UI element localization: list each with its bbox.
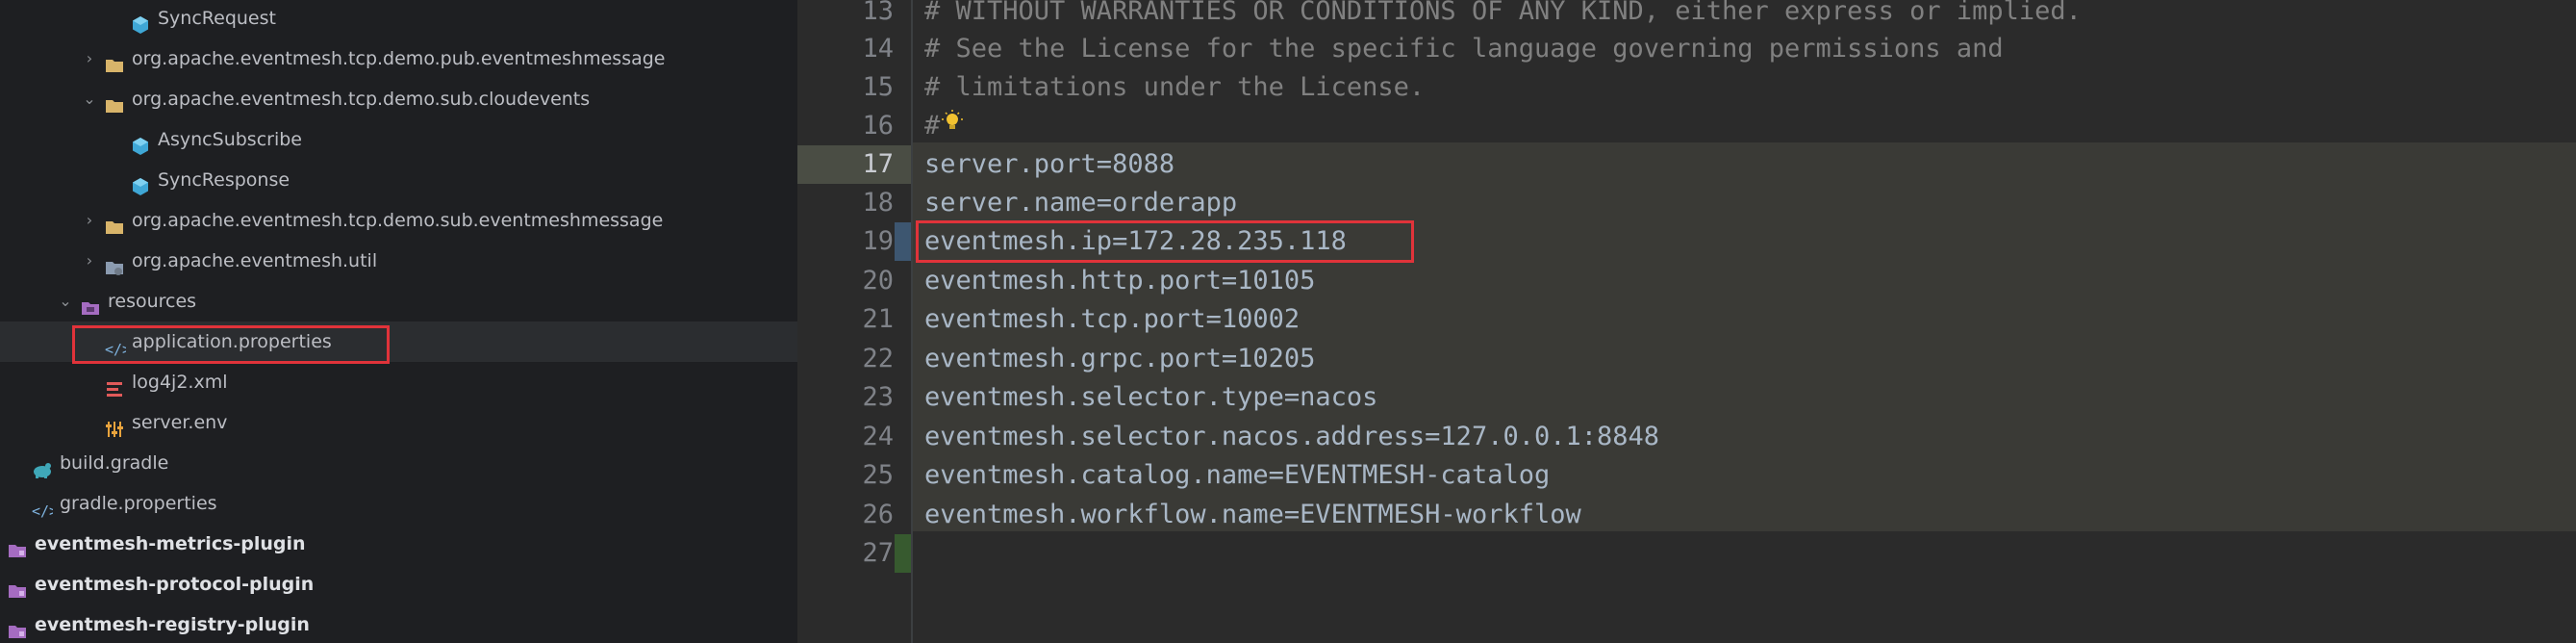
line-number: 18 [862, 188, 894, 218]
chevron-down-icon[interactable]: ⌄ [80, 79, 99, 119]
tree-item-label: org.apache.eventmesh.tcp.demo.sub.eventm… [132, 210, 664, 231]
line-number: 16 [862, 111, 894, 141]
tree-item-package[interactable]: › org.apache.eventmesh.tcp.demo.pub.even… [0, 39, 797, 79]
code-line[interactable]: eventmesh.catalog.name=EVENTMESH-catalog [924, 456, 1550, 495]
code-line[interactable]: # See the License for the specific langu… [924, 30, 2004, 68]
module-folder-icon [8, 575, 27, 598]
class-icon [131, 170, 150, 195]
package-folder-icon [105, 90, 124, 113]
tree-item-label: org.apache.eventmesh.tcp.demo.sub.cloude… [132, 89, 591, 110]
line-number: 21 [862, 304, 894, 334]
tree-item-label: eventmesh-metrics-plugin [35, 533, 306, 554]
tree-item-log4j2-xml[interactable]: log4j2.xml [0, 362, 797, 402]
line-number: 25 [862, 460, 894, 490]
tree-item-label: SyncResponse [158, 169, 290, 191]
module-folder-icon [8, 534, 27, 557]
package-folder-icon [105, 49, 124, 72]
tree-item-build-gradle[interactable]: build.gradle [0, 443, 797, 483]
module-folder-icon [8, 615, 27, 638]
tree-item-package[interactable]: › org.apache.eventmesh.tcp.demo.sub.even… [0, 200, 797, 241]
tree-item-label: org.apache.eventmesh.util [132, 250, 378, 271]
code-line[interactable]: server.name=orderapp [924, 184, 1237, 222]
code-line[interactable]: # WITHOUT WARRANTIES OR CONDITIONS OF AN… [924, 0, 2082, 31]
highlight-box [72, 325, 390, 364]
resources-folder-icon [81, 292, 100, 315]
modified-line-marker[interactable] [895, 222, 911, 261]
tree-item-module[interactable]: eventmesh-protocol-plugin [0, 564, 797, 604]
code-line[interactable]: eventmesh.tcp.port=10002 [924, 300, 1300, 339]
code-editor[interactable]: 13 14 15 16 17 18 19 20 21 22 23 24 25 2… [797, 0, 2576, 643]
line-number: 13 [862, 0, 894, 26]
code-line[interactable]: eventmesh.selector.nacos.address=127.0.0… [924, 418, 1659, 456]
code-line[interactable]: eventmesh.workflow.name=EVENTMESH-workfl… [924, 496, 1581, 534]
code-line[interactable]: eventmesh.http.port=10105 [924, 262, 1315, 300]
chevron-right-icon[interactable]: › [80, 200, 99, 241]
chevron-down-icon[interactable]: ⌄ [56, 281, 75, 322]
line-number: 15 [862, 72, 894, 102]
line-number: 22 [862, 344, 894, 373]
comment-text: # [924, 111, 941, 141]
line-number: 20 [862, 266, 894, 296]
class-icon [131, 9, 150, 34]
line-number: 19 [862, 226, 894, 256]
lightbulb-icon[interactable] [942, 108, 964, 146]
tree-item-label: AsyncSubscribe [158, 129, 302, 150]
tree-item-package[interactable]: › org.apache.eventmesh.util [0, 241, 797, 281]
tree-item-label: SyncRequest [158, 8, 276, 29]
line-number: 24 [862, 422, 894, 451]
tree-item-package[interactable]: ⌄ org.apache.eventmesh.tcp.demo.sub.clou… [0, 79, 797, 119]
code-line[interactable]: # limitations under the License. [924, 68, 1425, 107]
gradle-icon [32, 453, 51, 478]
chevron-right-icon[interactable]: › [80, 241, 99, 281]
code-line[interactable]: # [924, 107, 964, 146]
line-number: 23 [862, 382, 894, 412]
tree-item-syncresponse[interactable]: SyncResponse [0, 160, 797, 200]
tree-item-syncrequest[interactable]: SyncRequest [0, 0, 797, 39]
class-icon [131, 130, 150, 155]
added-line-marker[interactable] [895, 534, 911, 573]
tree-item-module[interactable]: eventmesh-metrics-plugin [0, 524, 797, 564]
tree-item-label: eventmesh-registry-plugin [35, 614, 310, 635]
line-number: 14 [862, 34, 894, 64]
tree-item-label: build.gradle [60, 452, 169, 474]
tree-item-resources[interactable]: ⌄ resources [0, 281, 797, 322]
tree-item-module[interactable]: eventmesh-registry-plugin [0, 604, 797, 643]
code-line[interactable]: eventmesh.selector.type=nacos [924, 378, 1377, 417]
tree-item-asyncsubscribe[interactable]: AsyncSubscribe [0, 119, 797, 160]
tree-item-server-env[interactable]: server.env [0, 402, 797, 443]
tree-item-gradle-properties[interactable]: </> gradle.properties [0, 483, 797, 524]
highlight-box [916, 220, 1414, 263]
tree-item-label: eventmesh-protocol-plugin [35, 574, 315, 595]
tree-item-label: server.env [132, 412, 228, 433]
code-line[interactable]: eventmesh.grpc.port=10205 [924, 340, 1315, 378]
tree-item-label: gradle.properties [60, 493, 217, 514]
line-number: 26 [862, 500, 894, 529]
code-line[interactable]: server.port=8088 [924, 145, 1174, 184]
chevron-right-icon[interactable]: › [80, 39, 99, 79]
package-folder-icon [105, 211, 124, 234]
svg-text:</>: </> [32, 502, 53, 520]
line-number: 17 [862, 149, 894, 179]
line-number: 27 [862, 538, 894, 568]
env-file-icon [105, 413, 124, 437]
properties-file-icon: </> [32, 494, 58, 520]
xml-file-icon [105, 373, 124, 397]
tree-item-label: org.apache.eventmesh.tcp.demo.pub.eventm… [132, 48, 666, 69]
tree-item-label: log4j2.xml [132, 372, 228, 393]
tree-item-label: resources [108, 291, 197, 312]
package-folder-icon [105, 251, 124, 275]
project-tree: SyncRequest › org.apache.eventmesh.tcp.d… [0, 0, 797, 643]
